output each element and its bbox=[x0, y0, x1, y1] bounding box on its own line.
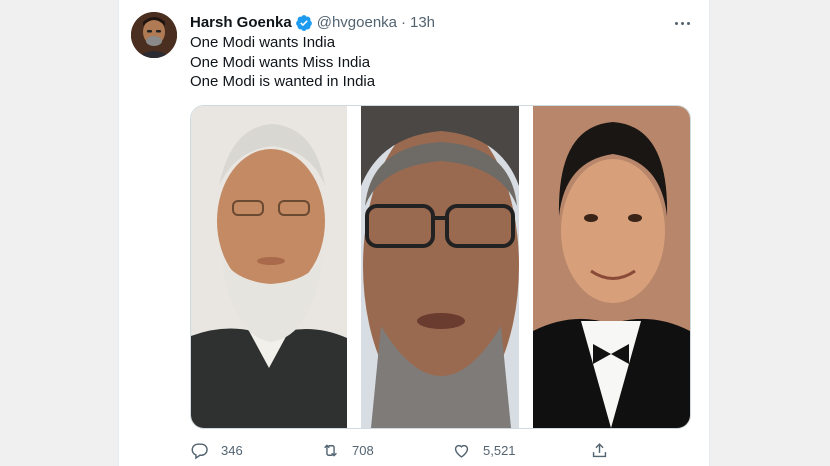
author-name[interactable]: Harsh Goenka bbox=[190, 13, 292, 33]
more-options-icon[interactable] bbox=[669, 13, 695, 33]
tweet-text: One Modi wants India One Modi wants Miss… bbox=[190, 33, 695, 92]
verified-badge-icon bbox=[295, 14, 313, 32]
author-handle[interactable]: @hvgoenka bbox=[317, 13, 397, 33]
retweet-icon bbox=[321, 441, 340, 460]
tweet-card: Harsh Goenka @hvgoenka · 13h One Modi wa… bbox=[118, 0, 710, 466]
reply-count: 346 bbox=[221, 442, 243, 458]
reply-button[interactable]: 346 bbox=[190, 440, 243, 460]
retweet-count: 708 bbox=[352, 442, 374, 458]
tweet-media[interactable] bbox=[190, 105, 691, 429]
tweet-line: One Modi wants India bbox=[190, 34, 336, 51]
media-photo-3[interactable] bbox=[533, 106, 690, 428]
media-photo-1[interactable] bbox=[191, 106, 347, 428]
avatar[interactable] bbox=[131, 12, 177, 58]
tweet-timestamp[interactable]: 13h bbox=[410, 13, 435, 33]
tweet-actions: 346 708 5,521 bbox=[190, 440, 620, 460]
reply-icon bbox=[190, 441, 209, 460]
media-photo-2[interactable] bbox=[361, 106, 519, 428]
like-button[interactable]: 5,521 bbox=[452, 440, 516, 460]
retweet-button[interactable]: 708 bbox=[321, 440, 374, 460]
like-count: 5,521 bbox=[483, 442, 516, 458]
share-icon bbox=[590, 441, 609, 460]
share-button[interactable] bbox=[590, 440, 609, 460]
media-gap bbox=[347, 106, 361, 428]
media-gap bbox=[519, 106, 533, 428]
tweet-line: One Modi is wanted in India bbox=[190, 73, 376, 90]
tweet-line: One Modi wants Miss India bbox=[190, 53, 371, 71]
tweet-header: Harsh Goenka @hvgoenka · 13h bbox=[190, 13, 695, 33]
like-icon bbox=[452, 441, 471, 460]
separator-dot: · bbox=[401, 14, 406, 31]
